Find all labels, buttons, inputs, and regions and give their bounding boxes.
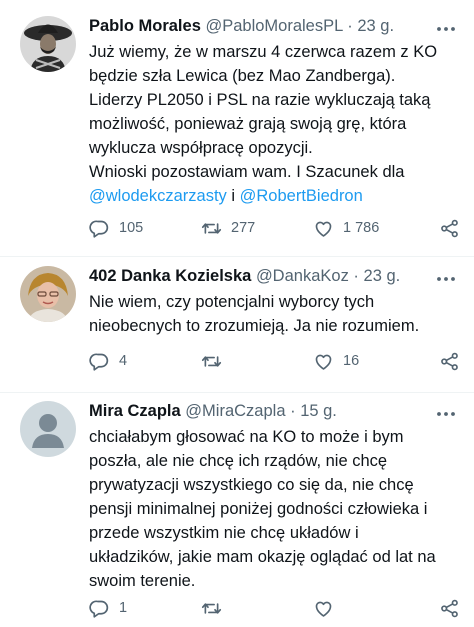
text-line: Już wiemy, że w marszu 4 czerwca razem z… xyxy=(89,43,438,61)
text-line: swoim terenie. xyxy=(89,572,196,590)
reply-button[interactable]: 105 xyxy=(89,216,143,240)
action-bar: 105 277 1 786 xyxy=(89,216,464,240)
tweet[interactable]: Mira Czapla @MiraCzapla · 15 g. chciałab… xyxy=(0,393,474,627)
share-network-icon xyxy=(441,599,458,617)
like-button[interactable] xyxy=(313,596,343,620)
share-button[interactable] xyxy=(439,596,460,620)
retweet-arrows-icon xyxy=(201,222,222,234)
author-name[interactable]: 402 Danka Kozielska xyxy=(89,267,251,285)
like-count: 1 786 xyxy=(343,220,380,236)
more-menu-button[interactable] xyxy=(432,19,460,41)
text-line: nieobecnych to zrozumieją. Ja nie rozumi… xyxy=(89,317,420,335)
mention-link[interactable]: @RobertBiedron xyxy=(240,187,363,205)
conjunction-text: i xyxy=(226,187,240,205)
author-handle[interactable]: @PabloMoralesPL xyxy=(205,17,342,35)
author-handle[interactable]: @MiraCzapla xyxy=(185,402,285,420)
timestamp[interactable]: 23 g. xyxy=(357,17,394,35)
text-line: wyklucza współpracę opozycji. xyxy=(89,139,313,157)
author-handle[interactable]: @DankaKoz xyxy=(256,267,349,285)
tweet-text: chciałabym głosować na KO to może i bym … xyxy=(89,425,464,593)
text-line: prywatyzacji wszystkiego co się da, nie … xyxy=(89,476,414,494)
heart-icon xyxy=(315,221,332,237)
tweet-header: Mira Czapla @MiraCzapla · 15 g. xyxy=(89,400,424,422)
avatar-image xyxy=(20,266,76,322)
like-count: 16 xyxy=(343,353,360,369)
timestamp[interactable]: 15 g. xyxy=(300,402,337,420)
avatar-image xyxy=(20,16,76,72)
text-line: przede wszystkim nie chcę układów i xyxy=(89,524,359,542)
more-horizontal-icon xyxy=(437,27,455,31)
text-line: pensji minimalnej poniżej godności człow… xyxy=(89,500,428,518)
text-line: @wlodekczarzasty i @RobertBiedron xyxy=(89,184,464,208)
text-line: Liderzy PL2050 i PSL na razie wykluczają… xyxy=(89,91,431,109)
author-name[interactable]: Pablo Morales xyxy=(89,17,201,35)
text-line: możliwość, ponieważ grają swoją grę, któ… xyxy=(89,115,407,133)
reply-count: 1 xyxy=(119,600,128,616)
more-menu-button[interactable] xyxy=(432,269,460,291)
reply-bubble-icon xyxy=(89,220,109,238)
tweet[interactable]: 402 Danka Kozielska @DankaKoz · 23 g. Ni… xyxy=(0,257,474,392)
author-name[interactable]: Mira Czapla xyxy=(89,402,181,420)
heart-icon xyxy=(315,354,332,370)
like-button[interactable]: 16 xyxy=(313,349,359,373)
mention-link[interactable]: @wlodekczarzasty xyxy=(89,187,227,205)
text-line: Nie wiem, czy potencjalni wyborcy tych xyxy=(89,293,375,311)
timestamp[interactable]: 23 g. xyxy=(364,267,401,285)
default-avatar-icon xyxy=(20,401,76,457)
tweet-header: Pablo Morales @PabloMoralesPL · 23 g. xyxy=(89,15,424,37)
avatar[interactable] xyxy=(20,266,76,322)
action-bar: 1 xyxy=(89,596,464,620)
action-bar: 4 16 xyxy=(89,349,464,373)
heart-icon xyxy=(315,601,332,617)
tweet-text: Nie wiem, czy potencjalni wyborcy tych n… xyxy=(89,290,464,338)
more-horizontal-icon xyxy=(437,277,455,281)
tweet[interactable]: Pablo Morales @PabloMoralesPL · 23 g. Ju… xyxy=(0,0,474,256)
avatar[interactable] xyxy=(20,16,76,72)
separator-dot: · xyxy=(353,267,359,285)
retweet-arrows-icon xyxy=(201,602,222,614)
like-button[interactable]: 1 786 xyxy=(313,216,379,240)
reply-button[interactable]: 1 xyxy=(89,596,127,620)
reply-bubble-icon xyxy=(89,353,109,371)
text-line: poszła, ale nie chcę ich rządów, nie chc… xyxy=(89,452,388,470)
retweet-count: 277 xyxy=(231,220,256,236)
separator-dot: · xyxy=(290,402,296,420)
more-menu-button[interactable] xyxy=(432,404,460,426)
avatar[interactable] xyxy=(20,401,76,457)
share-button[interactable] xyxy=(439,216,460,240)
retweet-arrows-icon xyxy=(201,355,222,367)
reply-count: 105 xyxy=(119,220,144,236)
reply-count: 4 xyxy=(119,353,128,369)
text-line: układzików, jakie mam okazję oglądać od … xyxy=(89,548,436,566)
share-network-icon xyxy=(441,219,458,237)
share-network-icon xyxy=(441,352,458,370)
retweet-button[interactable] xyxy=(201,349,231,373)
tweet-header: 402 Danka Kozielska @DankaKoz · 23 g. xyxy=(89,265,424,287)
text-line: chciałabym głosować na KO to może i bym xyxy=(89,428,404,446)
more-horizontal-icon xyxy=(437,412,455,416)
retweet-button[interactable] xyxy=(201,596,231,620)
tweet-text: Już wiemy, że w marszu 4 czerwca razem z… xyxy=(89,40,464,208)
retweet-button[interactable]: 277 xyxy=(201,216,255,240)
text-line: będzie szła Lewica (bez Mao Zandberga). xyxy=(89,67,396,85)
reply-bubble-icon xyxy=(89,600,109,618)
reply-button[interactable]: 4 xyxy=(89,349,127,373)
share-button[interactable] xyxy=(439,349,460,373)
text-line: Wnioski pozostawiam wam. I Szacunek dla xyxy=(89,163,405,181)
separator-dot: · xyxy=(347,17,353,35)
